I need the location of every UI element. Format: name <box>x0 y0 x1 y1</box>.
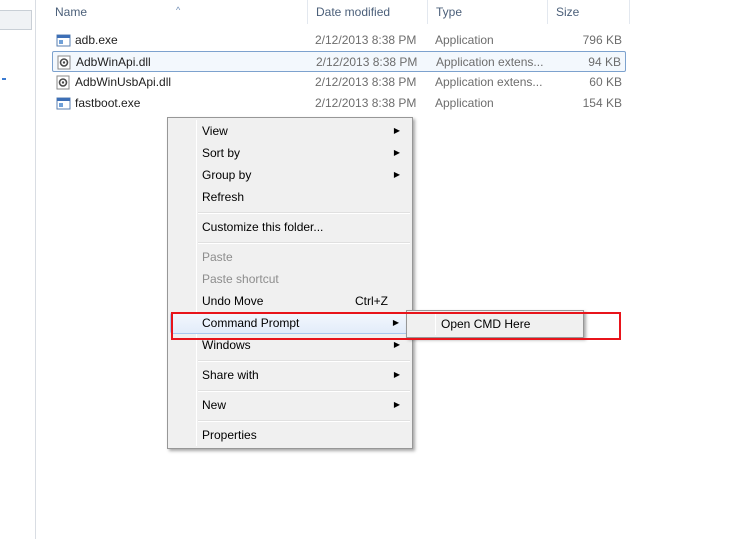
menu-item-view[interactable]: View ▶ <box>170 120 410 142</box>
context-menu: View ▶ Sort by ▶ Group by ▶ Refresh Cust… <box>167 117 413 449</box>
annotation-highlight-box <box>171 312 621 340</box>
file-type: Application <box>435 96 494 110</box>
menu-item-shortcut: Ctrl+Z <box>355 294 388 308</box>
column-date-label: Date modified <box>316 5 391 19</box>
submenu-arrow-icon: ▶ <box>393 148 400 157</box>
dll-gear-icon <box>57 55 71 70</box>
submenu-arrow-icon: ▶ <box>393 400 400 409</box>
exe-icon <box>56 97 71 110</box>
menu-item-group-by[interactable]: Group by ▶ <box>170 164 410 186</box>
file-type: Application <box>435 33 494 47</box>
file-name: adb.exe <box>75 33 118 47</box>
column-name-label: Name <box>55 5 88 19</box>
file-row[interactable]: adb.exe 2/12/2013 8:38 PM Application 79… <box>52 30 626 51</box>
file-date: 2/12/2013 8:38 PM <box>315 33 417 47</box>
sort-caret-icon: ^ <box>176 5 181 15</box>
menu-separator <box>198 360 410 362</box>
menu-separator <box>198 242 410 244</box>
menu-separator <box>198 212 410 214</box>
menu-item-label: Customize this folder... <box>202 220 324 234</box>
menu-item-label: Paste <box>202 250 233 264</box>
file-row-selected[interactable]: AdbWinApi.dll 2/12/2013 8:38 PM Applicat… <box>52 51 626 72</box>
menu-item-paste: Paste <box>170 246 410 268</box>
menu-item-label: New <box>202 398 227 412</box>
menu-item-label: Share with <box>202 368 259 382</box>
file-size: 60 KB <box>589 75 622 89</box>
menu-item-customize-folder[interactable]: Customize this folder... <box>170 216 410 238</box>
file-row[interactable]: fastboot.exe 2/12/2013 8:38 PM Applicati… <box>52 93 626 114</box>
file-row[interactable]: AdbWinUsbApi.dll 2/12/2013 8:38 PM Appli… <box>52 72 626 93</box>
menu-item-properties[interactable]: Properties <box>170 424 410 446</box>
file-name: AdbWinApi.dll <box>76 55 151 69</box>
file-type: Application extens... <box>436 55 544 69</box>
column-date-modified[interactable]: Date modified <box>308 0 428 24</box>
menu-item-label: Undo Move <box>202 294 264 308</box>
menu-item-refresh[interactable]: Refresh <box>170 186 410 208</box>
file-date: 2/12/2013 8:38 PM <box>316 55 418 69</box>
file-type: Application extens... <box>435 75 543 89</box>
menu-item-paste-shortcut: Paste shortcut <box>170 268 410 290</box>
column-header: Name ^ Date modified Type Size <box>36 0 630 24</box>
navigation-pane <box>0 0 36 539</box>
menu-separator <box>198 390 410 392</box>
column-type[interactable]: Type <box>428 0 548 24</box>
column-size[interactable]: Size <box>548 0 630 24</box>
file-date: 2/12/2013 8:38 PM <box>315 96 417 110</box>
exe-icon <box>56 34 71 47</box>
menu-item-label: Group by <box>202 168 252 182</box>
dll-gear-icon <box>56 75 70 90</box>
menu-item-share-with[interactable]: Share with ▶ <box>170 364 410 386</box>
menu-item-label: Windows <box>202 338 251 352</box>
menu-item-label: Refresh <box>202 190 245 204</box>
submenu-arrow-icon: ▶ <box>393 126 400 135</box>
file-size: 94 KB <box>588 55 621 69</box>
menu-item-label: Sort by <box>202 146 241 160</box>
menu-item-label: Paste shortcut <box>202 272 279 286</box>
file-name: fastboot.exe <box>75 96 141 110</box>
menu-separator <box>198 420 410 422</box>
file-size: 154 KB <box>582 96 622 110</box>
file-name: AdbWinUsbApi.dll <box>75 75 172 89</box>
navigation-pane-item[interactable] <box>0 10 32 30</box>
menu-item-label: View <box>202 124 228 138</box>
file-date: 2/12/2013 8:38 PM <box>315 75 417 89</box>
menu-item-label: Properties <box>202 428 257 442</box>
menu-item-sort-by[interactable]: Sort by ▶ <box>170 142 410 164</box>
menu-item-new[interactable]: New ▶ <box>170 394 410 416</box>
file-size: 796 KB <box>582 33 622 47</box>
submenu-arrow-icon: ▶ <box>393 170 400 179</box>
menu-item-undo-move[interactable]: Undo Move Ctrl+Z <box>170 290 410 312</box>
column-size-label: Size <box>556 5 580 19</box>
column-name[interactable]: Name ^ <box>36 0 308 24</box>
navigation-pane-marker <box>2 78 6 80</box>
column-type-label: Type <box>436 5 463 19</box>
submenu-arrow-icon: ▶ <box>393 370 400 379</box>
